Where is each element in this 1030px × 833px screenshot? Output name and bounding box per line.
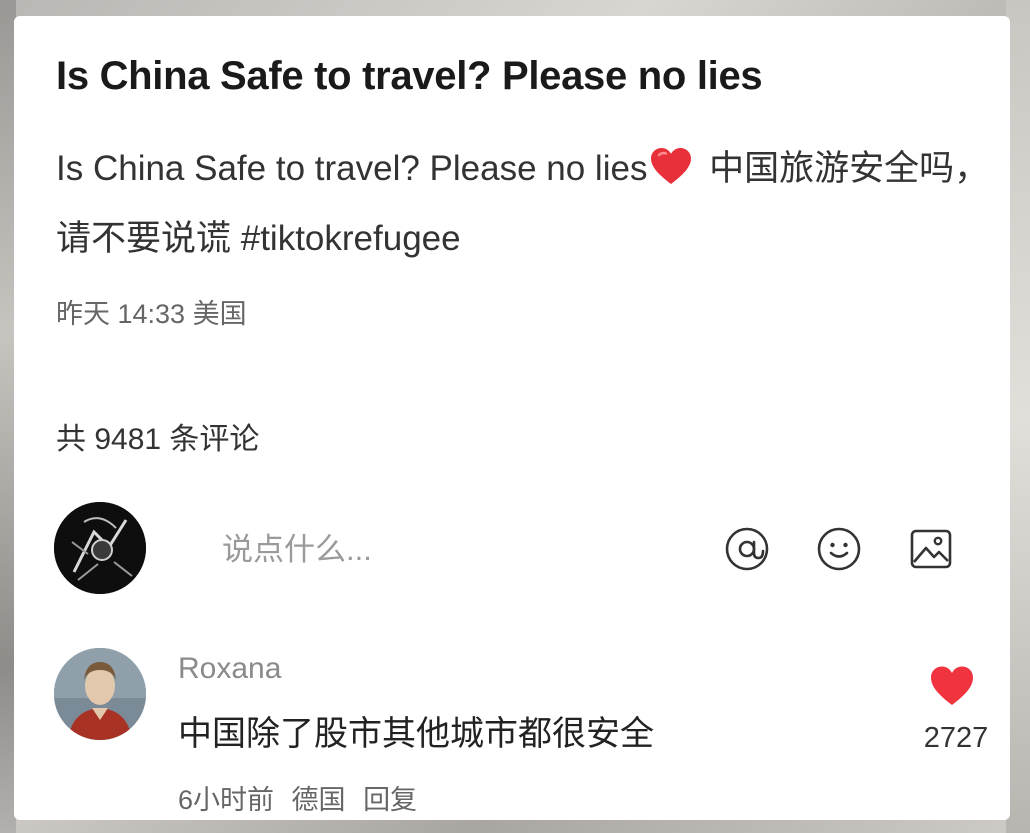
comment-location: 德国 [291, 785, 346, 815]
post-meta: 昨天 14:33 美国 [56, 299, 247, 329]
avatar[interactable] [54, 648, 146, 740]
comment-meta: 6小时前 德国 回复 [178, 778, 427, 817]
emoji-smile-icon[interactable] [814, 524, 864, 574]
post-body: Is China Safe to travel? Please no lies … [56, 134, 996, 274]
comment-input[interactable] [220, 526, 684, 574]
comment-input-box [182, 516, 998, 582]
at-icon[interactable] [722, 524, 772, 574]
heart-icon [931, 666, 973, 705]
comment-text: 中国除了股市其他城市都很安全 [178, 715, 654, 753]
hashtag-link[interactable]: #tiktokrefugee [241, 219, 461, 258]
red-heart-icon [651, 148, 692, 184]
comment-time: 6小时前 [178, 785, 275, 815]
like-count: 2727 [923, 722, 989, 754]
avatar[interactable] [54, 502, 146, 594]
post-card: Is China Safe to travel? Please no lies … [14, 16, 1010, 820]
avatar-image [54, 502, 146, 594]
comment-author[interactable]: Roxana [178, 652, 281, 686]
like-button[interactable] [928, 664, 976, 708]
reply-button[interactable]: 回复 [363, 785, 417, 815]
comment-count: 共 9481 条评论 [56, 423, 260, 456]
avatar-image [54, 648, 146, 740]
post-body-text: Is China Safe to travel? Please no lies [56, 149, 648, 188]
list-item: Roxana 中国除了股市其他城市都很安全 6小时前 德国 回复 2727 [14, 644, 1010, 820]
post-title: Is China Safe to travel? Please no lies [56, 54, 763, 98]
image-icon[interactable] [906, 524, 956, 574]
